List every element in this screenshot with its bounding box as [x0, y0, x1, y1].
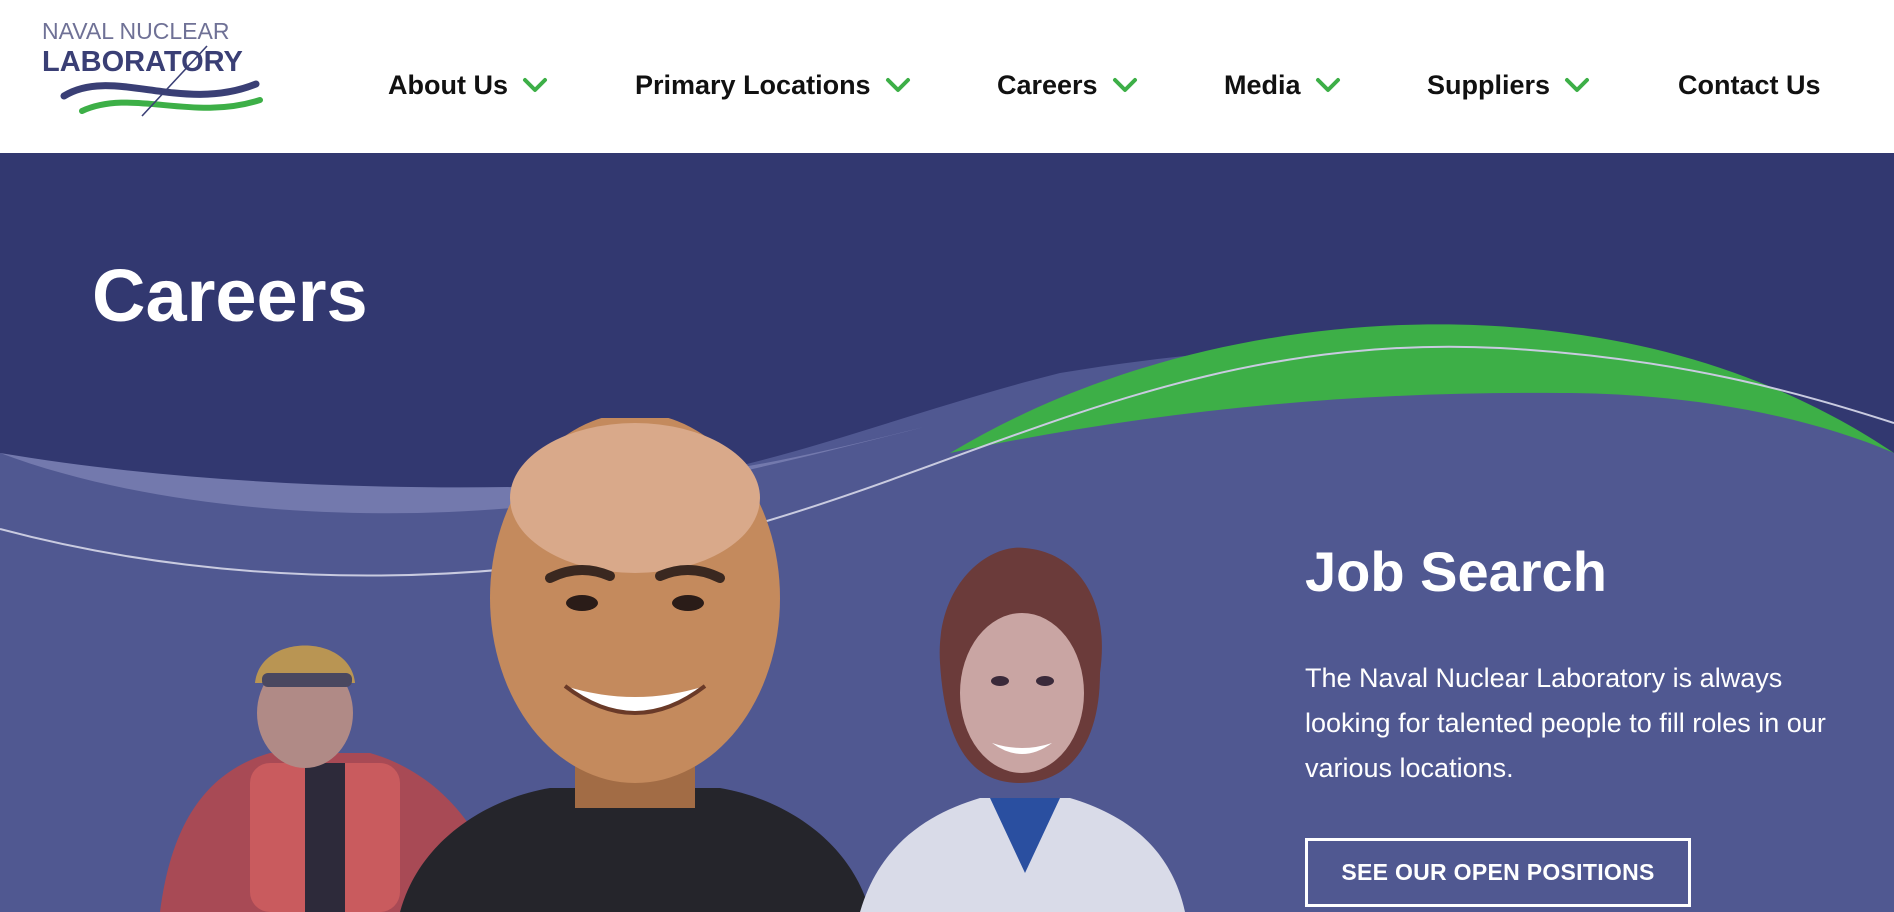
job-search-heading: Job Search: [1305, 540, 1607, 603]
scientist-woman-photo: [860, 547, 1185, 912]
chevron-down-icon: [1315, 76, 1341, 94]
chevron-down-icon: [1112, 76, 1138, 94]
job-search-description: The Naval Nuclear Laboratory is always l…: [1305, 663, 1826, 783]
nav-item-media[interactable]: Media: [1224, 62, 1341, 108]
page-title: Careers: [92, 254, 368, 337]
nav-item-contact-us[interactable]: Contact Us: [1678, 62, 1821, 108]
nav-label-media: Media: [1224, 69, 1301, 100]
see-open-positions-button[interactable]: SEE OUR OPEN POSITIONS: [1305, 838, 1691, 907]
nav-item-suppliers[interactable]: Suppliers: [1427, 62, 1590, 108]
nav-label-careers: Careers: [997, 69, 1098, 100]
site-header: NAVAL NUCLEAR LABORATORY About Us Primar…: [0, 0, 1894, 153]
nav-item-about-us[interactable]: About Us: [388, 62, 548, 108]
see-open-positions-label: SEE OUR OPEN POSITIONS: [1341, 859, 1655, 885]
nav-label-about-us: About Us: [388, 69, 508, 100]
nav-item-primary-locations[interactable]: Primary Locations: [635, 62, 911, 108]
logo-line1: NAVAL NUCLEAR: [42, 18, 229, 44]
smiling-man-photo: [400, 418, 870, 912]
chevron-down-icon: [1564, 76, 1590, 94]
nav-label-contact-us: Contact Us: [1678, 69, 1821, 100]
chevron-down-icon: [522, 76, 548, 94]
careers-hero: Careers Job Search The Naval Nuclear Lab…: [0, 153, 1894, 912]
main-nav: About Us Primary Locations Careers Media…: [0, 62, 1894, 108]
nav-item-careers[interactable]: Careers: [997, 62, 1138, 108]
nav-label-primary-locations: Primary Locations: [635, 69, 871, 100]
nav-label-suppliers: Suppliers: [1427, 69, 1551, 100]
chevron-down-icon: [885, 76, 911, 94]
